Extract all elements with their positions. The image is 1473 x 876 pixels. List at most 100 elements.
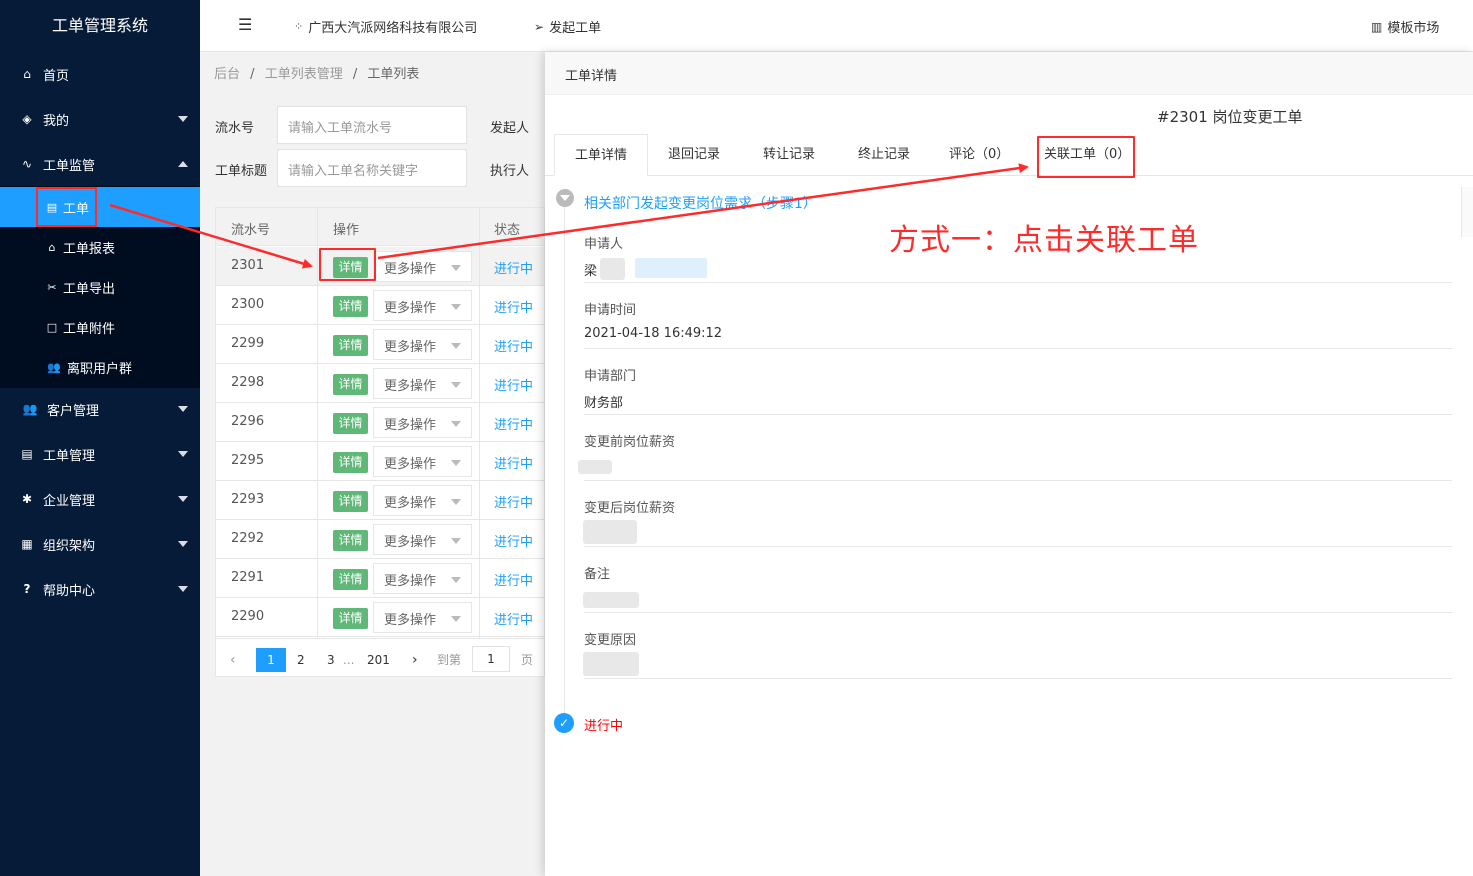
- serial-label: 流水号: [215, 121, 255, 136]
- next-page-icon[interactable]: ›: [412, 648, 418, 672]
- detail-button[interactable]: 详情: [333, 569, 368, 590]
- sidebar-item-enterprise[interactable]: ✱ 企业管理: [0, 477, 200, 521]
- sidebar-item-label: 帮助中心: [43, 583, 96, 599]
- panel-header: 工单详情: [545, 52, 1473, 95]
- tab-returned[interactable]: 退回记录: [648, 134, 740, 176]
- sidebar-item-help[interactable]: ? 帮助中心: [0, 567, 200, 611]
- tab-detail[interactable]: 工单详情: [554, 134, 649, 176]
- template-market-link[interactable]: ▥ 模板市场: [1371, 17, 1440, 37]
- more-actions-label: 更多操作: [384, 457, 437, 472]
- prev-page-icon[interactable]: ‹: [230, 648, 236, 672]
- gear-icon: ✱: [21, 492, 33, 506]
- more-actions-select[interactable]: 更多操作: [373, 446, 472, 477]
- sidebar-item-mine[interactable]: ◈ 我的: [0, 97, 200, 141]
- table-row: 2300 详情 更多操作 进行中: [216, 286, 544, 325]
- detail-button[interactable]: 详情: [333, 374, 368, 395]
- company-switcher[interactable]: ⁘ 广西大汽派网络科技有限公司: [294, 17, 477, 36]
- sidebar-item-ticket-management[interactable]: ▤ 工单管理: [0, 432, 200, 476]
- more-actions-select[interactable]: 更多操作: [373, 329, 472, 360]
- page-1[interactable]: 1: [256, 648, 286, 672]
- sidebar-subitem-label: 工单报表: [63, 241, 116, 257]
- ticket-table: 流水号 操作 状态 2301 详情 更多操作 进行中 2300 详情 更多操作 进行中 2299…: [215, 207, 545, 677]
- status-cell: 进行中: [494, 574, 534, 589]
- top-bar: ☰ ⁘ 广西大汽派网络科技有限公司 ➢ 发起工单 ▥ 模板市场: [200, 0, 1473, 52]
- detail-button[interactable]: 详情: [333, 608, 368, 629]
- chevron-down-icon: [178, 496, 188, 502]
- scrollbar[interactable]: [1461, 187, 1473, 237]
- sidebar-subitem-export[interactable]: ✂ 工单导出: [0, 267, 200, 307]
- more-actions-select[interactable]: 更多操作: [373, 524, 472, 555]
- sidebar-subitem-attachments[interactable]: □ 工单附件: [0, 307, 200, 347]
- table-row: 2292 详情 更多操作 进行中: [216, 520, 544, 559]
- field-divider: [584, 678, 1452, 679]
- more-actions-select[interactable]: 更多操作: [373, 563, 472, 594]
- sidebar-subitem-report[interactable]: ⌂ 工单报表: [0, 227, 200, 267]
- chevron-down-icon: [451, 382, 461, 388]
- highlight-box: [319, 248, 376, 281]
- collapse-icon[interactable]: [556, 189, 574, 207]
- breadcrumb-root[interactable]: 后台: [214, 67, 240, 82]
- menu-toggle-icon[interactable]: ☰: [238, 15, 252, 34]
- apps-icon: ⁘: [294, 20, 304, 33]
- sidebar-item-customers[interactable]: 👥 客户管理: [0, 387, 200, 431]
- column-header-actions: 操作: [333, 223, 360, 238]
- check-icon: ✓: [554, 713, 574, 733]
- template-icon: ▥: [1371, 19, 1383, 34]
- table-row: 2299 详情 更多操作 进行中: [216, 325, 544, 364]
- users-icon: 👥: [47, 360, 61, 374]
- tab-comments[interactable]: 评论（0）: [929, 134, 1029, 176]
- goto-page-input[interactable]: 1: [472, 646, 510, 672]
- title-input[interactable]: 请输入工单名称关键字: [277, 149, 467, 187]
- serial-input[interactable]: 请输入工单流水号: [277, 106, 467, 144]
- step-link[interactable]: 相关部门发起变更岗位需求（步骤1）: [584, 193, 817, 213]
- table-row: 2293 详情 更多操作 进行中: [216, 481, 544, 520]
- more-actions-label: 更多操作: [384, 301, 437, 316]
- field-divider: [584, 414, 1452, 415]
- breadcrumb-mid[interactable]: 工单列表管理: [265, 67, 343, 82]
- page-3[interactable]: 3: [327, 648, 335, 672]
- tab-transfer[interactable]: 转让记录: [743, 134, 835, 176]
- executor-label: 执行人: [490, 164, 530, 179]
- more-actions-select[interactable]: 更多操作: [373, 290, 472, 321]
- timeline-line: [564, 202, 565, 722]
- page-last[interactable]: 201: [367, 648, 390, 672]
- redacted-value: [583, 592, 639, 608]
- highlight-box: [1037, 136, 1135, 178]
- more-actions-label: 更多操作: [384, 340, 437, 355]
- field-divider: [584, 348, 1452, 349]
- chevron-down-icon: [178, 116, 188, 122]
- table-row: 2301 详情 更多操作 进行中: [216, 247, 544, 286]
- redacted-value: [583, 652, 639, 676]
- more-actions-label: 更多操作: [384, 574, 437, 589]
- tools-icon: ✂: [47, 280, 57, 294]
- sidebar-item-supervision[interactable]: ∿ 工单监管: [0, 142, 200, 186]
- table-row: 2291 详情 更多操作 进行中: [216, 559, 544, 598]
- more-actions-select[interactable]: 更多操作: [373, 251, 472, 282]
- chevron-down-icon: [178, 541, 188, 547]
- detail-button[interactable]: 详情: [333, 530, 368, 551]
- sidebar-item-organization[interactable]: ▦ 组织架构: [0, 522, 200, 566]
- detail-button[interactable]: 详情: [333, 491, 368, 512]
- detail-button[interactable]: 详情: [333, 335, 368, 356]
- detail-button[interactable]: 详情: [333, 452, 368, 473]
- sidebar-subitem-label: 工单附件: [63, 321, 116, 337]
- detail-button[interactable]: 详情: [333, 413, 368, 434]
- send-icon: ➢: [534, 19, 545, 34]
- table-row: 2295 详情 更多操作 进行中: [216, 442, 544, 481]
- sidebar-item-home[interactable]: ⌂ 首页: [0, 52, 200, 96]
- sidebar-subitem-departed-users[interactable]: 👥 离职用户群: [0, 347, 200, 387]
- more-actions-label: 更多操作: [384, 496, 437, 511]
- detail-button[interactable]: 详情: [333, 296, 368, 317]
- sidebar-subitem-ticket[interactable]: ▤ 工单: [0, 187, 200, 227]
- launch-ticket-link[interactable]: ➢ 发起工单: [534, 17, 601, 37]
- more-actions-select[interactable]: 更多操作: [373, 368, 472, 399]
- more-actions-select[interactable]: 更多操作: [373, 485, 472, 516]
- template-market-label: 模板市场: [1387, 21, 1440, 36]
- field-label: 备注: [584, 567, 611, 582]
- home-icon: ⌂: [48, 240, 56, 254]
- page-2[interactable]: 2: [297, 648, 305, 672]
- tab-terminate[interactable]: 终止记录: [838, 134, 930, 176]
- more-actions-select[interactable]: 更多操作: [373, 407, 472, 438]
- status-text: 进行中: [584, 719, 624, 734]
- more-actions-select[interactable]: 更多操作: [373, 602, 472, 633]
